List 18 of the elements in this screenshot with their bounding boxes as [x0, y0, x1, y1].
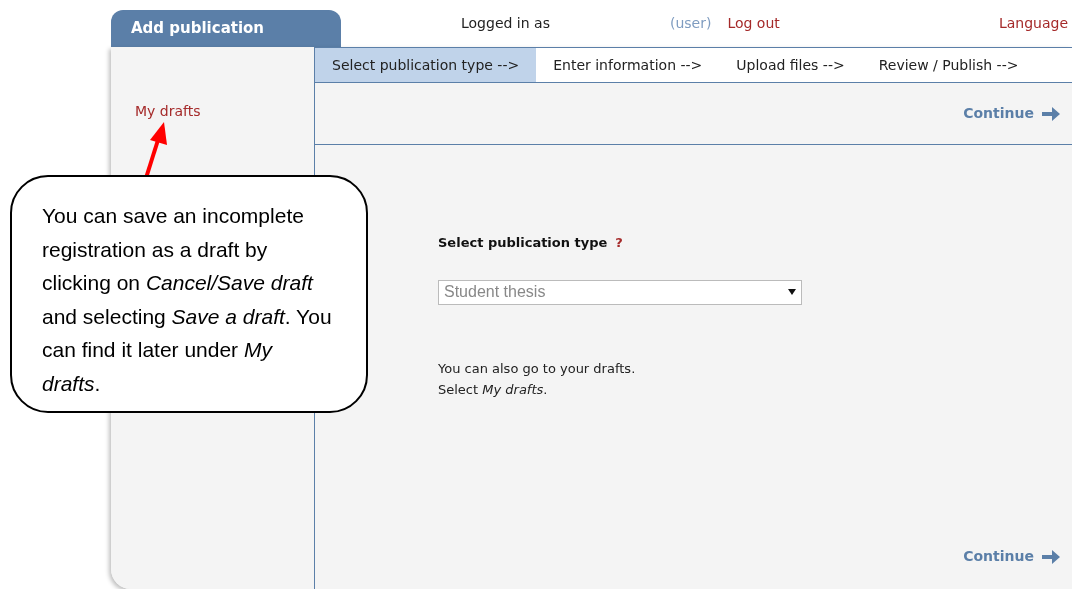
- language-link[interactable]: Language: [998, 13, 1068, 34]
- callout-bubble: You can save an incomplete registration as a draft by clicking on Cancel/Save draft and selecting Save a draft. You can find it later under My drafts.: [10, 175, 368, 413]
- app-tab[interactable]: Add publication: [111, 10, 341, 47]
- logout-link[interactable]: Log out: [727, 13, 780, 34]
- hint-text: You can also go to your drafts.: [438, 359, 636, 378]
- hint-text: Select My drafts.: [438, 380, 548, 399]
- arrow-right-icon: [1042, 549, 1060, 564]
- sidebar-item[interactable]: My drafts: [135, 101, 201, 122]
- dropdown-caret-icon: [788, 289, 796, 295]
- field-label: Select publication type: [438, 234, 608, 252]
- help-icon[interactable]: ?: [615, 233, 623, 253]
- continue-button[interactable]: Continue: [963, 103, 1060, 124]
- step-tab[interactable]: Select publication type -->: [315, 48, 537, 82]
- arrow-right-icon: [1042, 106, 1060, 121]
- publication-type-select[interactable]: Student thesis: [438, 279, 802, 305]
- user-role: (user): [669, 14, 712, 33]
- continue-button[interactable]: Continue: [963, 546, 1060, 567]
- logged-in-label: Logged in as: [461, 14, 550, 33]
